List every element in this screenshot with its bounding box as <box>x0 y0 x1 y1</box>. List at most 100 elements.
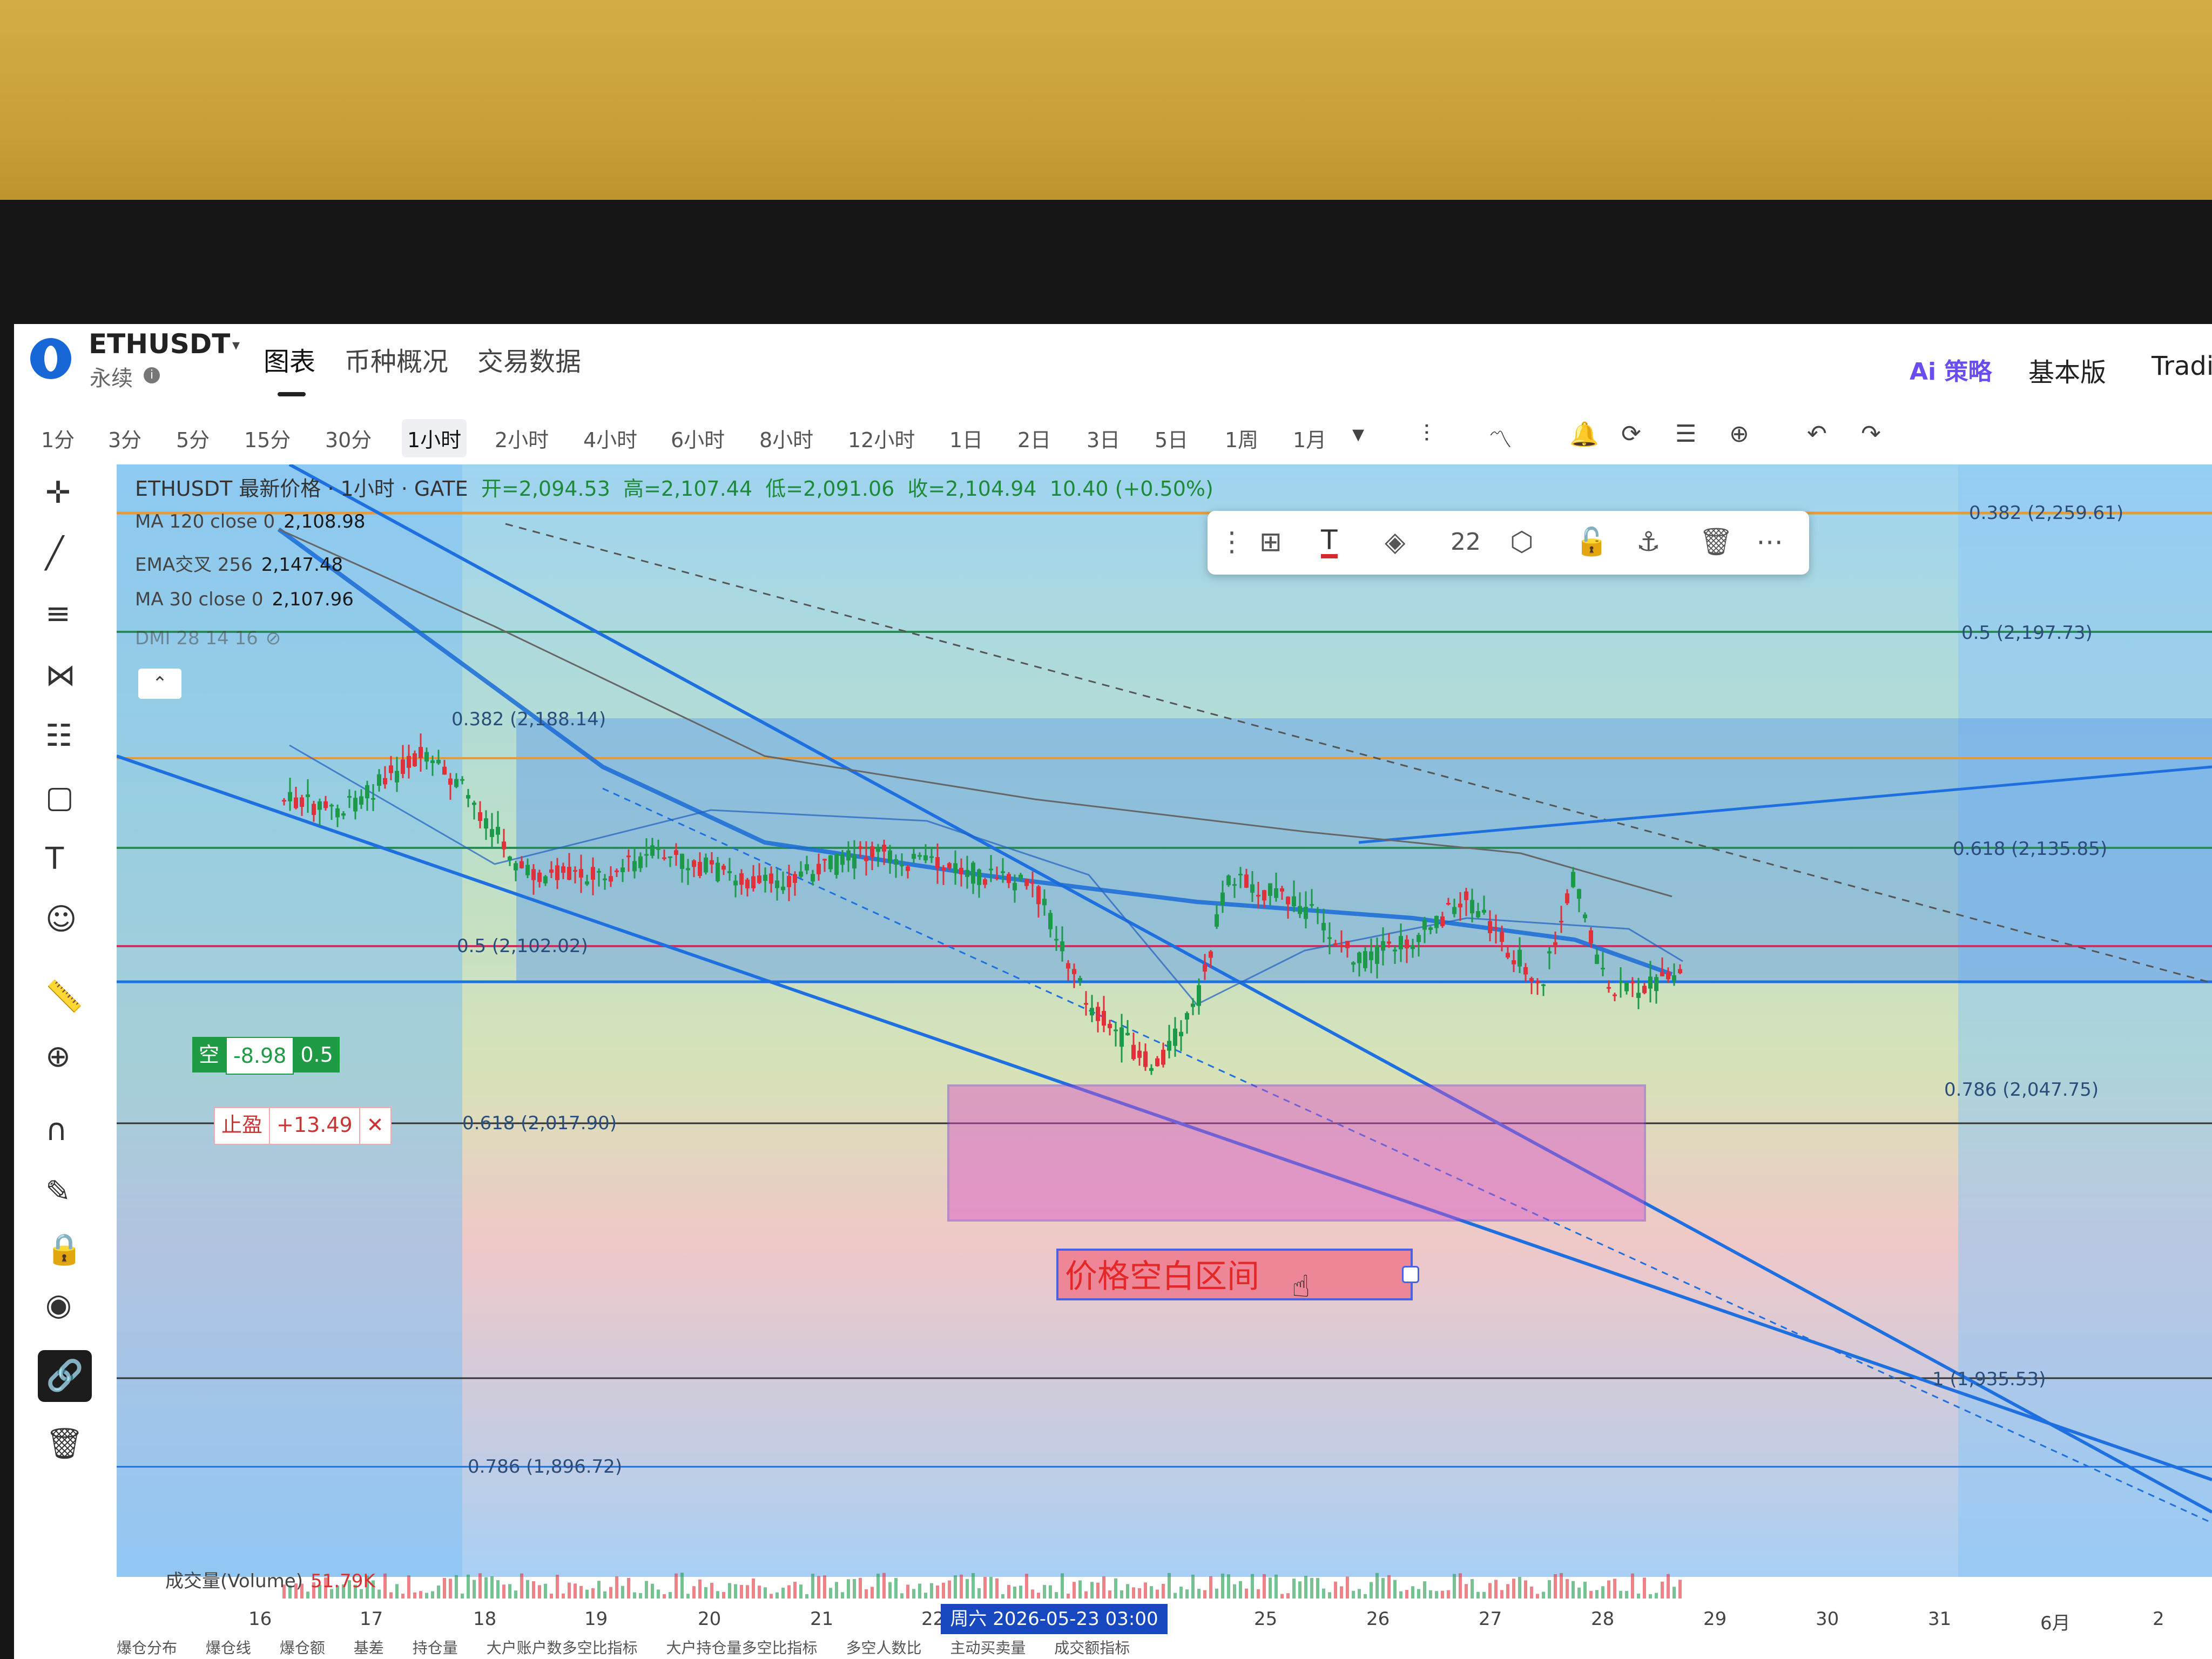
volume-bar <box>1174 1593 1177 1599</box>
alert-icon[interactable]: 🔔 <box>1569 420 1599 448</box>
trendline-icon[interactable]: ╱ <box>45 536 64 571</box>
settings-icon[interactable]: ⬡ <box>1510 526 1534 557</box>
fib-icon[interactable]: ☷ <box>45 718 72 753</box>
volume-bar <box>615 1576 618 1599</box>
bottom-tab[interactable]: 持仓量 <box>413 1639 458 1657</box>
timeframe-1mo[interactable]: 1月 <box>1287 419 1332 457</box>
timeframe-30m[interactable]: 30分 <box>320 419 377 457</box>
candle-body <box>787 875 791 887</box>
candle-body <box>1274 888 1278 898</box>
eye-icon[interactable]: ◉ <box>45 1287 72 1323</box>
indicator-label: DMI 28 14 16 <box>135 628 258 649</box>
timeframe-2d[interactable]: 2日 <box>1012 419 1056 457</box>
bottom-tab[interactable]: 爆仓额 <box>280 1639 325 1657</box>
settings-list-icon[interactable]: ☰ <box>1675 420 1696 448</box>
trash-icon[interactable]: 🗑 <box>45 1426 84 1461</box>
candle-type-icon[interactable]: ⫶ <box>1424 420 1429 448</box>
timeframe-1h[interactable]: 1小时 <box>402 419 467 457</box>
bottom-tab[interactable]: 大户账户数多空比指标 <box>487 1639 638 1657</box>
bottom-tab[interactable]: 爆仓线 <box>206 1639 251 1657</box>
timeframe-1d[interactable]: 1日 <box>944 419 988 457</box>
delete-icon[interactable]: 🗑 <box>1699 526 1733 558</box>
candle-body <box>1648 976 1653 989</box>
price-gap-annotation[interactable]: 价格空白区间 <box>1056 1249 1413 1300</box>
zoom-icon[interactable]: ⊕ <box>45 1039 71 1074</box>
timeframe-15m[interactable]: 15分 <box>239 419 296 457</box>
font-size-value[interactable]: 22 <box>1451 528 1481 556</box>
emoji-icon[interactable]: ☺ <box>45 902 77 937</box>
position-tag[interactable]: 空 -8.98 0.5 <box>192 1037 340 1075</box>
candle-body <box>543 876 548 884</box>
ai-strategy-button[interactable]: Ai 策略 <box>1910 352 1992 387</box>
timeframe-4h[interactable]: 4小时 <box>578 419 643 457</box>
close-icon[interactable]: ✕ <box>359 1108 390 1144</box>
indicator-dmi[interactable]: DMI 28 14 16 ⊘ <box>135 628 281 649</box>
price-chart[interactable]: ETHUSDT 最新价格 · 1小时 · GATE 开=2,094.53 高=2… <box>117 464 2212 1659</box>
collapse-legend-icon[interactable]: ⌃ <box>138 669 181 699</box>
replay-icon[interactable]: ⟳ <box>1621 420 1641 448</box>
horizontal-lines-icon[interactable]: ≡ <box>45 596 71 631</box>
timeframe-2h[interactable]: 2小时 <box>489 419 554 457</box>
volume-bar <box>1233 1584 1236 1599</box>
chevron-down-icon[interactable]: ▾ <box>232 336 240 354</box>
unlock-icon[interactable]: 🔓 <box>1575 526 1608 558</box>
bottom-tab[interactable]: 成交额指标 <box>1054 1639 1130 1657</box>
bottom-tab[interactable]: 主动买卖量 <box>950 1639 1026 1657</box>
ruler-icon[interactable]: 📏 <box>45 979 83 1014</box>
volume-bar <box>686 1594 690 1599</box>
template-icon[interactable]: ⊞ <box>1259 526 1282 557</box>
timeframe-3m[interactable]: 3分 <box>103 419 147 457</box>
more-icon[interactable]: ⋯ <box>1756 526 1783 557</box>
timeframe-5d[interactable]: 5日 <box>1149 419 1193 457</box>
indicators-icon[interactable]: 〽 <box>1488 420 1512 455</box>
fill-color-icon[interactable]: ◈ <box>1385 526 1405 557</box>
anchor-icon[interactable]: ⚓ <box>1636 526 1661 557</box>
timeframe-dropdown-icon[interactable]: ▾ <box>1352 420 1364 448</box>
text-color-icon[interactable]: T <box>1321 526 1338 558</box>
info-icon[interactable]: i <box>144 367 160 383</box>
basic-version-button[interactable]: 基本版 <box>2028 351 2106 389</box>
link-icon[interactable]: 🔗 <box>38 1350 92 1402</box>
symbol-selector[interactable]: ETHUSDT <box>89 328 230 360</box>
bottom-tab[interactable]: 大户持仓量多空比指标 <box>666 1639 818 1657</box>
text-icon[interactable]: T <box>45 841 64 876</box>
candle-body <box>822 859 827 861</box>
indicator-ema[interactable]: EMA交叉 256 2,147.48 <box>135 550 343 576</box>
resize-handle[interactable] <box>1402 1266 1419 1283</box>
chart-canvas[interactable] <box>117 464 2212 1659</box>
tab-trading-data[interactable]: 交易数据 <box>477 340 581 378</box>
drag-handle-icon[interactable]: ⋮ <box>1218 526 1245 557</box>
bottom-tab[interactable]: 爆仓分布 <box>117 1639 177 1657</box>
crosshair-icon[interactable]: ✛ <box>45 475 71 510</box>
magnet-icon[interactable]: ∩ <box>45 1112 68 1148</box>
timeframe-1m[interactable]: 1分 <box>36 419 80 457</box>
rectangle-icon[interactable]: ▢ <box>45 780 74 815</box>
add-icon[interactable]: ⊕ <box>1729 420 1749 448</box>
tab-coin-overview[interactable]: 币种概况 <box>345 340 448 378</box>
volume-bar <box>977 1588 981 1599</box>
timeframe-3d[interactable]: 3日 <box>1081 419 1125 457</box>
indicator-ma30[interactable]: MA 30 close 0 2,107.96 <box>135 589 354 610</box>
eye-hidden-icon[interactable]: ⊘ <box>266 628 281 649</box>
undo-icon[interactable]: ↶ <box>1807 420 1827 448</box>
take-profit-tag[interactable]: 止盈 +13.49 ✕ <box>214 1107 392 1145</box>
lock-draw-icon[interactable]: ✎ <box>45 1174 71 1209</box>
volume-bar <box>1548 1580 1551 1599</box>
timeframe-5m[interactable]: 5分 <box>171 419 215 457</box>
timeframe-8h[interactable]: 8小时 <box>754 419 819 457</box>
timeframe-1w[interactable]: 1周 <box>1219 419 1264 457</box>
candle-body <box>1155 1058 1159 1067</box>
bottom-tab[interactable]: 多空人数比 <box>846 1639 921 1657</box>
candle-body <box>294 797 298 808</box>
pattern-icon[interactable]: ⋈ <box>45 658 76 693</box>
timeframe-12h[interactable]: 12小时 <box>842 419 920 457</box>
redo-icon[interactable]: ↷ <box>1861 420 1881 448</box>
tradingview-button[interactable]: Tradi <box>2152 351 2212 381</box>
tab-chart[interactable]: 图表 <box>264 340 315 378</box>
candle-body <box>1197 985 1201 1006</box>
bottom-tab[interactable]: 基差 <box>354 1639 384 1657</box>
lock-icon[interactable]: 🔒 <box>45 1231 83 1267</box>
indicator-ma120[interactable]: MA 120 close 0 2,108.98 <box>135 511 366 532</box>
volume-bar <box>1280 1594 1284 1599</box>
timeframe-6h[interactable]: 6小时 <box>665 419 730 457</box>
